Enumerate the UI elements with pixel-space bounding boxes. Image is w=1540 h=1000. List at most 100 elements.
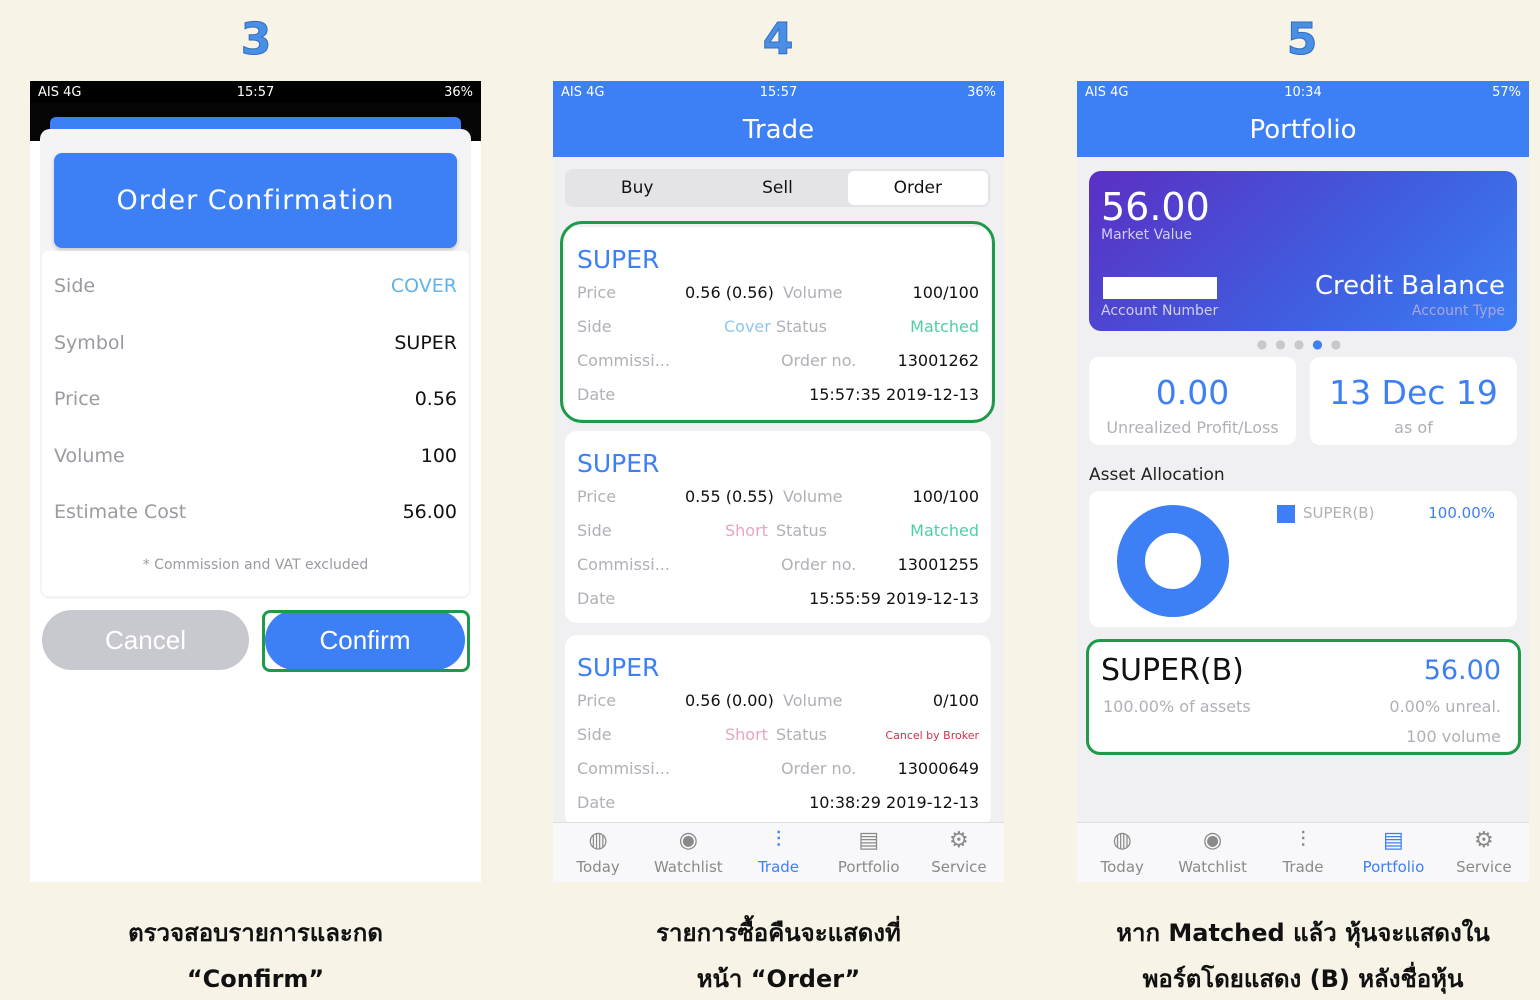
tab-service[interactable]: ⚙ Service: [914, 823, 1004, 882]
step-number-5: 5: [1286, 14, 1318, 66]
date-value: 15:55:59 2019-12-13: [809, 589, 979, 608]
row-label: Side: [54, 275, 96, 297]
detail-row-price: Price 0.56: [54, 388, 457, 410]
side-label: Side: [577, 725, 612, 744]
tab-label: Watchlist: [1178, 857, 1247, 876]
detail-row-estimate-cost: Estimate Cost 56.00: [54, 501, 457, 523]
order-no-label: Order no.: [781, 759, 857, 778]
order-no-value: 13001255: [897, 555, 979, 574]
as-of-card: 13 Dec 19 as of: [1310, 357, 1517, 445]
tab-service[interactable]: ⚙ Service: [1439, 823, 1529, 882]
carrier-label: AIS 4G: [38, 84, 82, 100]
volume-value: 0/100: [932, 691, 979, 710]
gear-icon: ⚙: [949, 827, 969, 853]
date-label: Date: [577, 589, 616, 608]
unrealized-card: 0.00 Unrealized Profit/Loss: [1089, 357, 1296, 445]
tab-portfolio[interactable]: ▤ Portfolio: [1348, 823, 1438, 882]
step-number-3: 3: [240, 14, 272, 66]
caption-step-5: หาก Matched แล้ว หุ้นจะแสดงใน พอร์ตโดยแส…: [1077, 910, 1529, 1000]
cancel-button[interactable]: Cancel: [42, 610, 249, 670]
tab-today[interactable]: ◍ Today: [553, 823, 643, 882]
sliders-icon: ⫶: [775, 827, 782, 853]
as-of-date: 13 Dec 19: [1329, 373, 1498, 412]
tab-label: Watchlist: [653, 857, 723, 876]
sliders-icon: ⫶: [1300, 827, 1306, 853]
account-number-redacted: [1103, 277, 1217, 299]
document-icon: ▤: [858, 827, 880, 853]
tab-label: Service: [931, 857, 987, 876]
tab-portfolio[interactable]: ▤ Portfolio: [824, 823, 914, 882]
clock-label: 15:57: [759, 84, 798, 100]
market-value: 56.00: [1101, 185, 1210, 229]
caption-step-3: ตรวจสอบรายการและกด “Confirm”: [30, 910, 481, 1000]
caption-line: รายการซื้อคืนจะแสดงที่: [656, 919, 901, 947]
page-title: Trade: [553, 103, 1004, 157]
side-value: Short: [725, 521, 768, 540]
order-no-value: 13000649: [897, 759, 979, 778]
volume-label: Volume: [783, 487, 843, 506]
bottom-tab-bar: ◍ Today ◉ Watchlist ⫶ Trade ▤ Portfolio ⚙ Ser…: [553, 822, 1004, 882]
row-label: Volume: [54, 445, 125, 467]
tab-sell[interactable]: Sell: [707, 171, 847, 205]
detail-row-volume: Volume 100: [54, 445, 457, 467]
carrier-label: AIS 4G: [561, 84, 605, 100]
order-no-label: Order no.: [781, 555, 857, 574]
order-card[interactable]: SUPER Price 0.56 (0.00) Volume 0/100 Sid…: [565, 635, 991, 827]
globe-icon: ◍: [1112, 827, 1132, 853]
price-label: Price: [577, 487, 617, 506]
tab-label: Trade: [1282, 857, 1324, 876]
bottom-tab-bar: ◍ Today ◉ Watchlist ⫶ Trade ▤ Portfolio ⚙ Ser…: [1077, 822, 1529, 882]
clock-label: 10:34: [1284, 84, 1322, 100]
document-icon: ▤: [1383, 827, 1404, 853]
page-title: Portfolio: [1077, 103, 1529, 157]
tab-trade[interactable]: ⫶ Trade: [1258, 823, 1348, 882]
price-value: 0.55 (0.55): [685, 487, 774, 506]
eye-icon: ◉: [1203, 827, 1223, 853]
row-label: Estimate Cost: [54, 501, 187, 523]
account-type-label: Account Type: [1411, 303, 1505, 319]
as-of-label: as of: [1394, 418, 1433, 437]
tab-watchlist[interactable]: ◉ Watchlist: [643, 823, 733, 882]
tab-buy[interactable]: Buy: [567, 171, 707, 205]
commission-label: Commissi...: [577, 759, 670, 778]
tab-order[interactable]: Order: [847, 171, 988, 205]
row-value: 56.00: [402, 501, 457, 523]
order-card[interactable]: SUPER Price 0.55 (0.55) Volume 100/100 S…: [565, 431, 991, 623]
price-label: Price: [577, 691, 617, 710]
portfolio-screen: AIS 4G 10:34 57% Portfolio 56.00 Market …: [1077, 81, 1529, 882]
status-bar: AIS 4G 15:57 36%: [30, 81, 481, 103]
market-value-label: Market Value: [1101, 227, 1193, 243]
row-value: COVER: [390, 275, 457, 297]
battery-label: 36%: [444, 84, 473, 100]
tab-trade[interactable]: ⫶ Trade: [733, 823, 823, 882]
highlight-box: [1086, 639, 1521, 755]
account-type-value: Credit Balance: [1314, 271, 1505, 301]
trade-segment-control: Buy Sell Order: [565, 169, 990, 207]
caption-line: หาก Matched แล้ว หุ้นจะแสดงใน: [1116, 919, 1490, 947]
legend-name: SUPER(B): [1303, 504, 1375, 522]
caption-line: หน้า “Order”: [696, 965, 861, 993]
globe-icon: ◍: [588, 827, 608, 853]
tab-label: Portfolio: [837, 857, 900, 876]
tab-label: Service: [1456, 857, 1512, 876]
status-label: Status: [776, 521, 827, 540]
trade-screen: AIS 4G 15:57 36% Trade Buy Sell Order SU…: [553, 81, 1004, 882]
side-label: Side: [577, 521, 612, 540]
tab-today[interactable]: ◍ Today: [1077, 823, 1167, 882]
row-value: SUPER: [394, 332, 457, 354]
asset-allocation-title: Asset Allocation: [1089, 465, 1225, 485]
legend-swatch: [1277, 505, 1295, 523]
market-value-card[interactable]: 56.00 Market Value Account Number Credit…: [1089, 171, 1517, 331]
side-value: Short: [725, 725, 768, 744]
status-bar: AIS 4G 15:57 36%: [553, 81, 1004, 103]
status-bar: AIS 4G 10:34 57%: [1077, 81, 1529, 103]
date-value: 10:38:29 2019-12-13: [809, 793, 979, 812]
account-number-label: Account Number: [1101, 303, 1219, 319]
carrier-label: AIS 4G: [1085, 84, 1129, 100]
volume-value: 100/100: [912, 487, 979, 506]
unrealized-value: 0.00: [1155, 373, 1230, 412]
order-symbol: SUPER: [577, 449, 660, 478]
clock-label: 15:57: [236, 84, 275, 100]
legend-percent: 100.00%: [1428, 504, 1495, 522]
tab-watchlist[interactable]: ◉ Watchlist: [1167, 823, 1257, 882]
